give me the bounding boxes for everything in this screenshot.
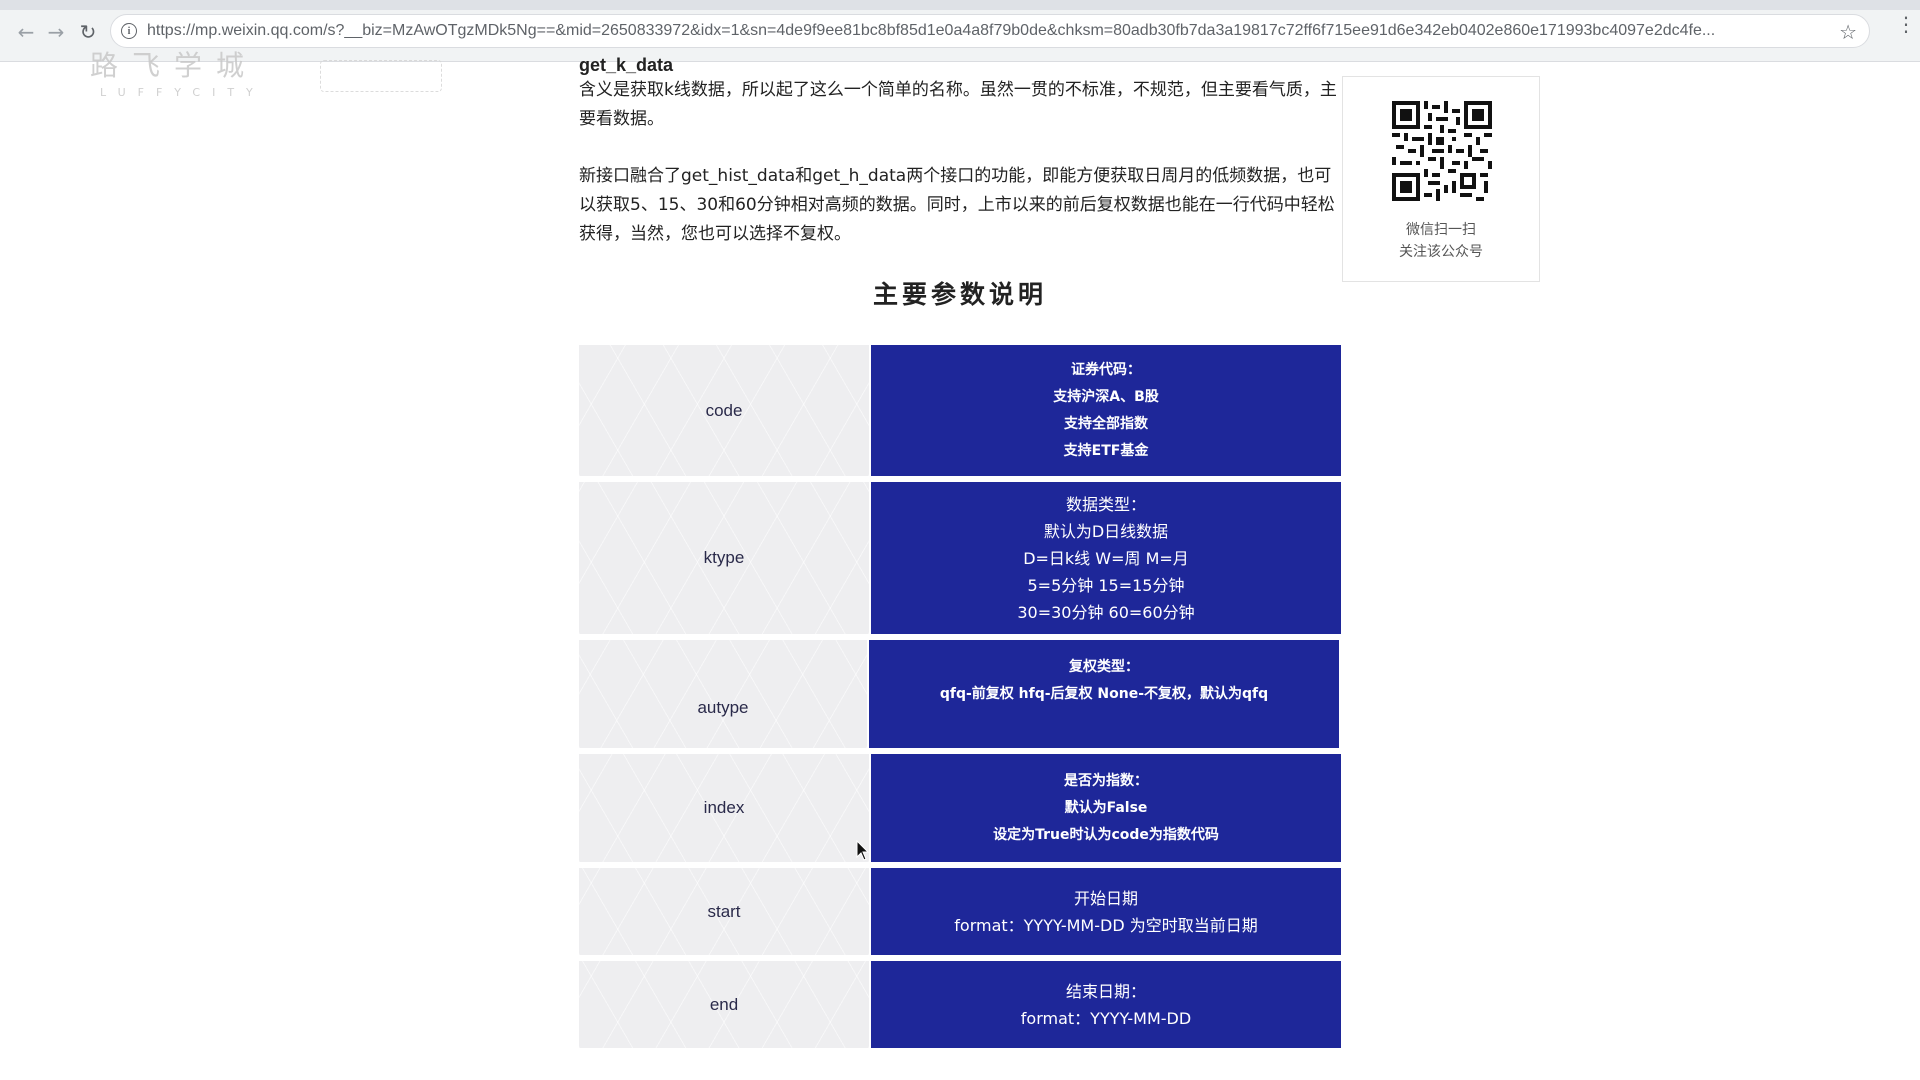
article-paragraph-1: 含义是获取k线数据，所以起了这么一个简单的名称。虽然一贯的不标准，不规范，但主要…: [579, 80, 1337, 129]
browser-menu-icon[interactable]: ⋮: [1896, 14, 1916, 34]
param-row-ktype: ktype 数据类型： 默认为D日线数据 D=日k线 W=周 M=月 5=5分钟…: [579, 482, 1341, 634]
reload-icon[interactable]: ↻: [76, 20, 100, 44]
param-name: code: [579, 345, 871, 476]
param-description: 是否为指数： 默认为False 设定为True时认为code为指数代码: [871, 754, 1341, 862]
param-name: autype: [579, 640, 869, 748]
back-arrow-icon[interactable]: ←: [14, 20, 38, 44]
param-description: 复权类型： qfq-前复权 hfq-后复权 None-不复权，默认为qfq: [869, 640, 1339, 748]
article-paragraph-2: 新接口融合了get_hist_data和get_h_data两个接口的功能，即能…: [579, 166, 1335, 244]
param-desc-line: 支持沪深A、B股: [1053, 388, 1159, 405]
qr-caption-line-2: 关注该公众号: [1399, 244, 1483, 260]
function-name: get_k_data: [579, 55, 674, 75]
param-desc-line: format：YYYY-MM-DD 为空时取当前日期: [954, 915, 1258, 935]
qr-code-image: [1392, 101, 1492, 201]
param-desc-line: 证券代码：: [1071, 361, 1141, 378]
param-row-code: code 证券代码： 支持沪深A、B股 支持全部指数 支持ETF基金: [579, 345, 1341, 476]
param-desc-line: 是否为指数：: [1064, 772, 1148, 789]
tab-strip: [0, 0, 1920, 10]
param-row-autype: autype 复权类型： qfq-前复权 hfq-后复权 None-不复权，默认…: [579, 640, 1341, 748]
param-row-start: start 开始日期 format：YYYY-MM-DD 为空时取当前日期: [579, 868, 1341, 955]
section-title: 主要参数说明: [872, 280, 1047, 309]
param-desc-line: 默认为False: [1064, 799, 1148, 816]
watermark-seal: [320, 60, 442, 92]
qr-code-panel: 微信扫一扫 关注该公众号: [1342, 76, 1540, 282]
address-bar[interactable]: i https://mp.weixin.qq.com/s?__biz=MzAwO…: [110, 14, 1870, 48]
article-body: get_k_data 含义是获取k线数据，所以起了这么一个简单的名称。虽然一贯的…: [579, 54, 1339, 311]
info-icon[interactable]: i: [121, 23, 137, 39]
param-desc-line: 复权类型：: [1069, 659, 1139, 675]
param-desc-line: D=日k线 W=周 M=月: [1023, 548, 1189, 568]
param-name: ktype: [579, 482, 871, 634]
param-desc-line: 开始日期: [1073, 888, 1138, 908]
bookmark-star-icon[interactable]: ☆: [1839, 20, 1857, 44]
watermark-subtitle: LUFFYCITY: [100, 86, 265, 99]
param-desc-line: 支持ETF基金: [1063, 442, 1149, 459]
param-desc-line: 数据类型：: [1065, 494, 1146, 514]
watermark-logo: 路飞学城 LUFFYCITY: [30, 44, 442, 99]
mouse-cursor-icon: [856, 840, 870, 861]
param-desc-line: 结束日期：: [1065, 981, 1146, 1001]
param-desc-line: qfq-前复权 hfq-后复权 None-不复权，默认为qfq: [939, 686, 1269, 702]
param-desc-line: 设定为True时认为code为指数代码: [993, 826, 1219, 843]
qr-caption-line-1: 微信扫一扫: [1406, 222, 1476, 238]
param-desc-line: 默认为D日线数据: [1043, 521, 1169, 541]
param-name: start: [579, 868, 871, 955]
param-desc-line: 30=30分钟 60=60分钟: [1017, 602, 1195, 622]
qr-caption: 微信扫一扫 关注该公众号: [1343, 219, 1539, 263]
param-desc-line: 5=5分钟 15=15分钟: [1027, 575, 1185, 595]
param-name: index: [579, 754, 871, 862]
param-desc-line: format：YYYY-MM-DD: [1020, 1008, 1192, 1028]
param-table: code 证券代码： 支持沪深A、B股 支持全部指数 支持ETF基金 ktype…: [579, 345, 1341, 1054]
param-description: 结束日期： format：YYYY-MM-DD: [871, 961, 1341, 1048]
param-desc-line: 支持全部指数: [1064, 415, 1148, 432]
param-description: 开始日期 format：YYYY-MM-DD 为空时取当前日期: [871, 868, 1341, 955]
watermark-title: 路飞学城: [90, 49, 259, 82]
url-text[interactable]: https://mp.weixin.qq.com/s?__biz=MzAwOTg…: [147, 22, 1827, 40]
browser-toolbar: ← → ↻ i https://mp.weixin.qq.com/s?__biz…: [0, 0, 1920, 62]
param-name: end: [579, 961, 871, 1048]
forward-arrow-icon[interactable]: →: [44, 20, 68, 44]
param-row-end: end 结束日期： format：YYYY-MM-DD: [579, 961, 1341, 1048]
param-description: 数据类型： 默认为D日线数据 D=日k线 W=周 M=月 5=5分钟 15=15…: [871, 482, 1341, 634]
param-row-index: index 是否为指数： 默认为False 设定为True时认为code为指数代…: [579, 754, 1341, 862]
param-description: 证券代码： 支持沪深A、B股 支持全部指数 支持ETF基金: [871, 345, 1341, 476]
